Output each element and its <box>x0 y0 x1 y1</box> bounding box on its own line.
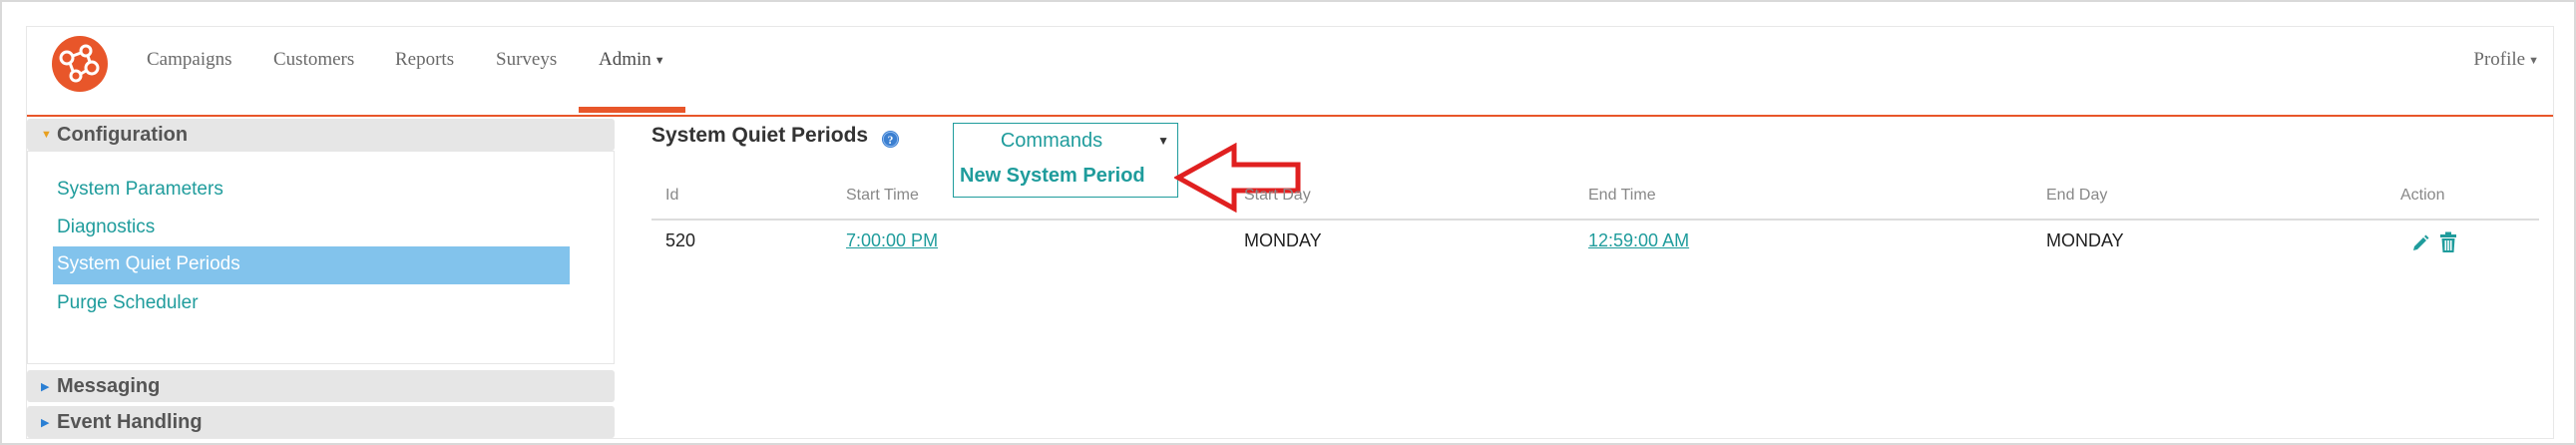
sidebar-item-system-parameters[interactable]: System Parameters <box>57 179 223 201</box>
nav-admin[interactable]: Admin ▼ <box>599 49 665 71</box>
sidebar-section-messaging[interactable]: ▶ Messaging <box>27 370 615 402</box>
sidebar-section-event-handling[interactable]: ▶ Event Handling <box>27 406 615 438</box>
sidebar-item-diagnostics[interactable]: Diagnostics <box>57 217 155 238</box>
page-title: System Quiet Periods <box>651 124 869 147</box>
sidebar-section-configuration[interactable]: ▼ Configuration <box>27 119 615 151</box>
nav-customers[interactable]: Customers <box>273 49 354 71</box>
caret-right-icon: ▶ <box>41 417 50 429</box>
caret-down-icon: ▼ <box>41 129 52 141</box>
cell-end-day: MONDAY <box>2046 230 2124 250</box>
cell-end-time-link[interactable]: 12:59:00 AM <box>1588 230 1689 251</box>
window-frame: Campaigns Customers Reports Surveys Admi… <box>0 0 2576 445</box>
commands-label: Commands <box>1000 130 1103 152</box>
nav-campaigns[interactable]: Campaigns <box>147 49 232 71</box>
svg-text:?: ? <box>888 135 894 147</box>
column-header-action: Action <box>2400 187 2445 204</box>
nav-profile[interactable]: Profile ▼ <box>2473 49 2539 71</box>
pencil-icon[interactable] <box>2410 233 2430 253</box>
sidebar-item-purge-scheduler[interactable]: Purge Scheduler <box>57 292 199 314</box>
column-header-start-day[interactable]: Start Day <box>1244 187 1311 205</box>
sidebar-section-label: Messaging <box>57 375 161 397</box>
chevron-down-icon: ▼ <box>653 54 665 67</box>
app-shell: Campaigns Customers Reports Surveys Admi… <box>26 26 2554 439</box>
chevron-down-icon: ▼ <box>2528 54 2539 67</box>
nav-profile-label: Profile <box>2473 49 2526 70</box>
sidebar-item-system-quiet-periods[interactable]: System Quiet Periods <box>53 246 570 284</box>
column-header-end-time[interactable]: End Time <box>1588 187 1656 205</box>
cell-start-day: MONDAY <box>1244 230 1322 250</box>
sidebar-section-label: Event Handling <box>57 411 203 433</box>
menu-item-new-system-period[interactable]: New System Period <box>960 165 1145 188</box>
table-header-divider <box>651 219 2539 221</box>
nav-reports[interactable]: Reports <box>395 49 454 71</box>
sidebar-section-label: Configuration <box>57 124 189 146</box>
cell-start-time-link[interactable]: 7:00:00 PM <box>846 230 938 251</box>
commands-dropdown[interactable]: Commands ▼ <box>953 123 1178 159</box>
column-header-id[interactable]: Id <box>665 187 678 205</box>
dropdown-caret-icon: ▼ <box>1157 134 1169 148</box>
commands-menu: New System Period <box>953 158 1178 198</box>
caret-right-icon: ▶ <box>41 381 50 393</box>
brand-logo-icon[interactable] <box>50 34 110 94</box>
top-navbar: Campaigns Customers Reports Surveys Admi… <box>27 27 2553 117</box>
nav-admin-active-indicator <box>579 107 685 113</box>
info-icon[interactable]: ? <box>881 130 900 149</box>
nav-admin-label: Admin <box>599 49 651 70</box>
cell-id: 520 <box>665 230 696 250</box>
column-header-start-time[interactable]: Start Time <box>846 187 919 205</box>
nav-surveys[interactable]: Surveys <box>496 49 557 71</box>
sidebar-item-label: System Quiet Periods <box>57 253 240 274</box>
trash-icon[interactable] <box>2439 231 2457 253</box>
column-header-end-day[interactable]: End Day <box>2046 187 2107 205</box>
